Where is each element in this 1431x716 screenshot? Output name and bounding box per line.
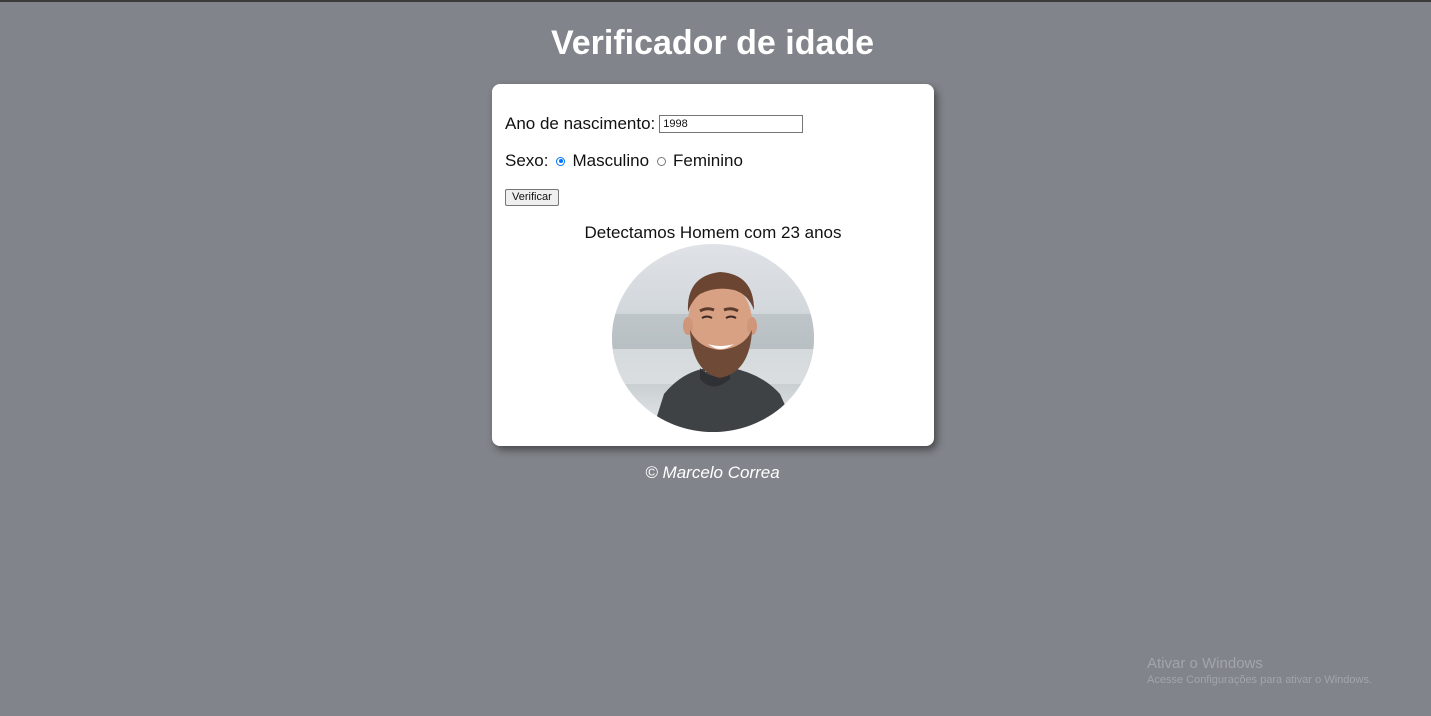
watermark-subtitle: Acesse Configurações para ativar o Windo…: [1147, 674, 1372, 686]
female-radio[interactable]: [657, 156, 667, 166]
watermark-title: Ativar o Windows: [1147, 655, 1263, 672]
birth-year-row: Ano de nascimento:: [505, 114, 804, 134]
windows-activation-watermark: Ativar o Windows Acesse Configurações pa…: [1147, 655, 1372, 686]
result-photo: [612, 244, 814, 432]
verifier-card: Ano de nascimento: Sexo: Masculino Femin…: [492, 84, 934, 446]
footer-credit: © Marcelo Correa: [645, 463, 780, 482]
male-radio-label[interactable]: Masculino: [572, 151, 649, 171]
man-with-beard-photo-icon: [612, 272, 814, 432]
verify-button[interactable]: Verificar: [505, 189, 559, 206]
birth-year-input[interactable]: [659, 115, 804, 133]
birth-year-label: Ano de nascimento:: [505, 114, 656, 133]
sex-label: Sexo:: [505, 151, 549, 170]
page-title: Verificador de idade: [550, 24, 875, 62]
female-radio-label[interactable]: Feminino: [673, 151, 743, 171]
result-text: Detectamos Homem com 23 anos: [584, 223, 842, 242]
male-radio[interactable]: [556, 156, 566, 166]
sex-row: Sexo: Masculino Feminino: [505, 151, 743, 171]
